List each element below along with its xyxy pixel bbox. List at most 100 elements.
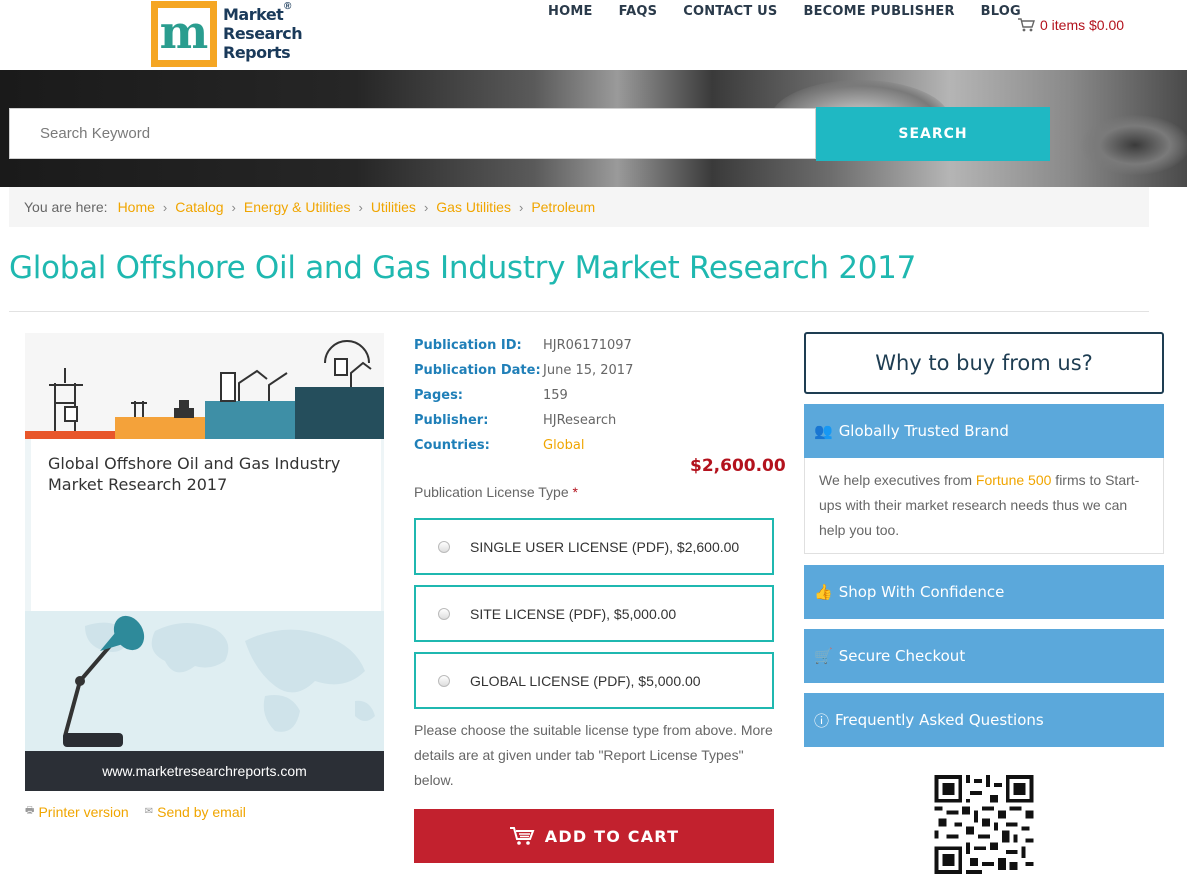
question-icon: ⓘ	[814, 711, 830, 730]
cover-illustration	[25, 333, 384, 439]
detail-value: HJResearch	[543, 413, 617, 428]
page-title: Global Offshore Oil and Gas Industry Mar…	[9, 250, 917, 286]
license-type-label: Publication License Type *	[414, 484, 578, 500]
license-option-single-user[interactable]: SINGLE USER LICENSE (PDF), $2,600.00	[414, 518, 774, 575]
world-map-lamp-illustration	[63, 615, 375, 747]
panel-shop-with-confidence[interactable]: 👍 Shop With Confidence	[804, 565, 1164, 619]
nav-become-publisher[interactable]: BECOME PUBLISHER	[803, 4, 954, 19]
breadcrumb-energy-utilities[interactable]: Energy & Utilities	[244, 199, 351, 215]
users-icon: 👥	[814, 422, 833, 440]
chevron-right-icon: ›	[231, 199, 236, 215]
chevron-right-icon: ›	[423, 199, 429, 215]
printer-version-link[interactable]: 🖶 Printer version	[25, 803, 129, 820]
add-to-cart-label: ADD TO CART	[544, 826, 680, 846]
license-option-site[interactable]: SITE LICENSE (PDF), $5,000.00	[414, 585, 774, 642]
detail-label: Pages:	[414, 388, 464, 403]
banner-decoration-eye	[1080, 115, 1187, 175]
registered-mark: ®	[284, 1, 292, 12]
license-option-global[interactable]: GLOBAL LICENSE (PDF), $5,000.00	[414, 652, 774, 709]
cart-icon	[1018, 18, 1035, 32]
breadcrumb: You are here: Home › Catalog › Energy & …	[9, 187, 1149, 227]
breadcrumb-label: You are here:	[24, 199, 108, 215]
license-option-label: SINGLE USER LICENSE (PDF), $2,600.00	[470, 538, 740, 555]
detail-value: June 15, 2017	[543, 363, 634, 378]
send-by-email-link[interactable]: ✉ Send by email	[145, 803, 246, 820]
email-icon: ✉	[144, 806, 154, 817]
cover-footer-url: www.marketresearchreports.com	[25, 751, 384, 791]
detail-value: HJR06171097	[543, 338, 632, 353]
nav-faqs[interactable]: FAQS	[619, 4, 658, 19]
radio-button[interactable]	[438, 540, 450, 553]
chevron-right-icon: ›	[358, 199, 363, 215]
license-option-label: GLOBAL LICENSE (PDF), $5,000.00	[470, 672, 701, 689]
panel-faq[interactable]: ⓘ Frequently Asked Questions	[804, 693, 1164, 747]
search-banner: SEARCH	[0, 70, 1187, 187]
main-nav: HOME FAQS CONTACT US BECOME PUBLISHER BL…	[548, 4, 1047, 19]
detail-label: Countries:	[414, 438, 490, 453]
share-links: 🖶 Printer version ✉ Send by email	[25, 803, 262, 820]
panel-title: Secure Checkout	[838, 647, 966, 665]
publication-details: Publication ID: HJR06171097 Publication …	[414, 333, 633, 458]
thumbs-up-icon: 👍	[814, 583, 833, 601]
detail-value-link[interactable]: Global	[543, 438, 584, 453]
cover-title: Global Offshore Oil and Gas Industry Mar…	[48, 454, 341, 494]
cart-icon: 🛒	[814, 647, 833, 665]
detail-countries: Countries: Global	[414, 433, 633, 458]
industry-steps-illustration	[25, 340, 384, 439]
trusted-brand-text: We help executives from Fortune 500 firm…	[804, 458, 1164, 554]
add-to-cart-button[interactable]: ADD TO CART	[414, 809, 774, 863]
required-marker: *	[572, 484, 578, 500]
detail-label: Publication ID:	[414, 338, 522, 353]
send-by-email-label: Send by email	[157, 803, 246, 820]
trusted-text-pre: We help executives from	[819, 472, 976, 488]
panel-secure-checkout[interactable]: 🛒 Secure Checkout	[804, 629, 1164, 683]
license-option-label: SITE LICENSE (PDF), $5,000.00	[470, 605, 677, 622]
breadcrumb-utilities[interactable]: Utilities	[371, 199, 416, 215]
radio-button[interactable]	[438, 607, 450, 620]
site-logo[interactable]: m Market Research Reports ®	[151, 1, 311, 69]
chevron-right-icon: ›	[518, 199, 524, 215]
breadcrumb-gas-utilities[interactable]: Gas Utilities	[436, 199, 511, 215]
report-cover-image: Global Offshore Oil and Gas Industry Mar…	[25, 333, 384, 791]
chevron-right-icon: ›	[162, 199, 168, 215]
radio-button[interactable]	[438, 674, 450, 687]
detail-value: 159	[543, 388, 568, 403]
cart-summary[interactable]: 0 items $0.00	[1018, 17, 1124, 33]
panel-title: Shop With Confidence	[838, 583, 1005, 601]
detail-publisher: Publisher: HJResearch	[414, 408, 633, 433]
nav-home[interactable]: HOME	[548, 4, 593, 19]
search-button[interactable]: SEARCH	[816, 107, 1050, 161]
nav-blog[interactable]: BLOG	[981, 4, 1021, 19]
nav-contact-us[interactable]: CONTACT US	[683, 4, 777, 19]
fortune-500-highlight: Fortune 500	[975, 472, 1052, 488]
detail-publication-id: Publication ID: HJR06171097	[414, 333, 633, 358]
panel-title: Globally Trusted Brand	[838, 422, 1009, 440]
qr-code	[934, 775, 1034, 874]
license-type-text: Publication License Type	[414, 484, 569, 500]
search-input[interactable]	[9, 108, 816, 159]
header: m Market Research Reports ® HOME FAQS CO…	[0, 0, 1187, 70]
detail-label: Publisher:	[414, 413, 489, 428]
printer-version-label: Printer version	[38, 803, 129, 820]
report-price: $2,600.00	[690, 456, 786, 476]
logo-letter: m	[159, 5, 209, 59]
cart-label: 0 items $0.00	[1040, 17, 1125, 33]
logo-line-2: Research	[223, 24, 303, 43]
panel-globally-trusted-brand[interactable]: 👥 Globally Trusted Brand	[804, 404, 1164, 458]
breadcrumb-home[interactable]: Home	[118, 199, 155, 215]
cart-icon	[509, 827, 535, 845]
detail-label: Publication Date:	[414, 363, 541, 378]
license-help-text: Please choose the suitable license type …	[414, 722, 773, 788]
printer-icon: 🖶	[25, 805, 35, 816]
detail-pages: Pages: 159	[414, 383, 633, 408]
cover-map-illustration	[25, 611, 384, 751]
logo-wordmark: Market Research Reports	[223, 5, 303, 62]
title-divider	[9, 311, 1149, 312]
breadcrumb-petroleum[interactable]: Petroleum	[531, 199, 595, 215]
why-buy-heading: Why to buy from us?	[804, 332, 1164, 394]
breadcrumb-catalog[interactable]: Catalog	[175, 199, 223, 215]
logo-line-3: Reports	[223, 43, 291, 62]
panel-title: Frequently Asked Questions	[835, 711, 1044, 729]
logo-mark: m	[151, 1, 217, 67]
detail-publication-date: Publication Date: June 15, 2017	[414, 358, 633, 383]
